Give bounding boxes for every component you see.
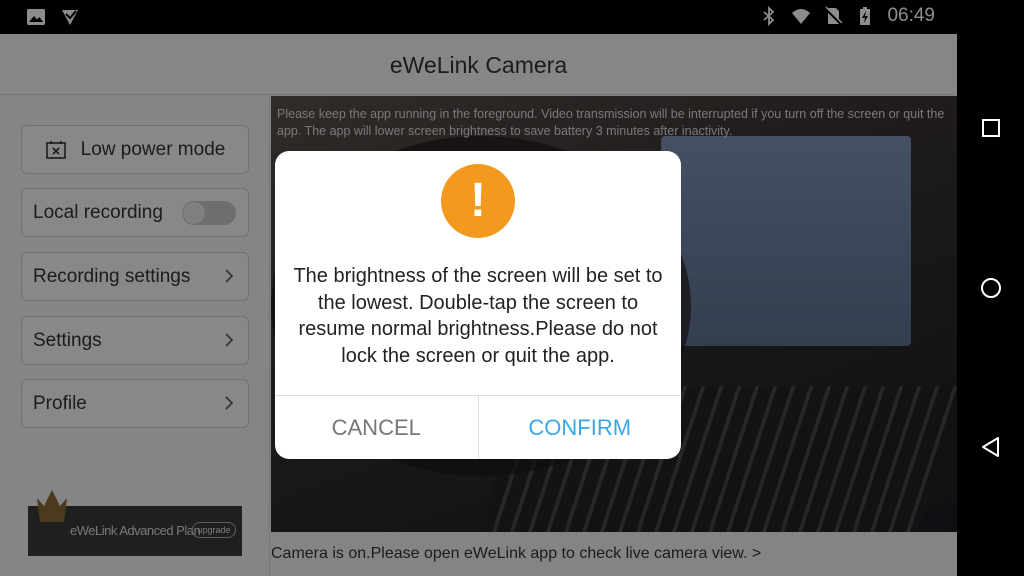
brightness-dialog: ! The brightness of the screen will be s…: [275, 151, 681, 459]
exclamation-icon: !: [441, 164, 515, 238]
dialog-message: The brightness of the screen will be set…: [293, 265, 663, 367]
cancel-button[interactable]: CANCEL: [275, 396, 479, 459]
system-nav-bar: [957, 0, 1024, 576]
home-icon[interactable]: [977, 274, 1005, 302]
back-icon[interactable]: [977, 433, 1005, 461]
dialog-actions: CANCEL CONFIRM: [275, 395, 681, 459]
recents-icon[interactable]: [977, 114, 1005, 142]
confirm-button[interactable]: CONFIRM: [479, 396, 682, 459]
